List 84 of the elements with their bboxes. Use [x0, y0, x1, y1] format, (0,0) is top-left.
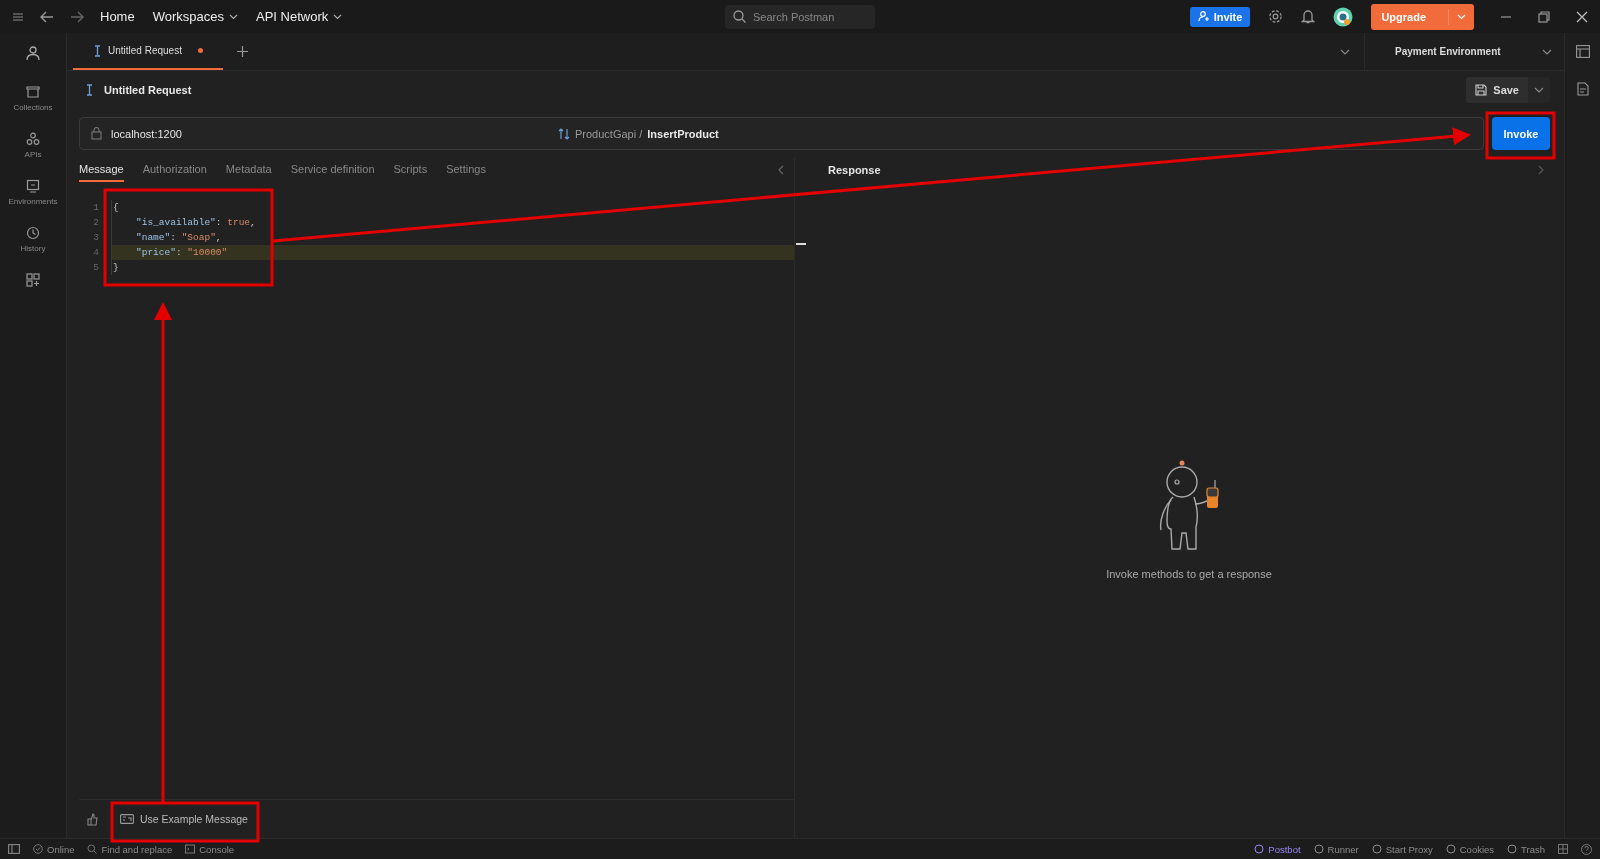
status-bar-item[interactable]: Start Proxy — [1371, 843, 1433, 855]
message-tab[interactable]: Scripts — [393, 158, 428, 182]
chevron-down-icon — [1534, 87, 1544, 93]
table-icon[interactable] — [1575, 45, 1590, 58]
nav-menu-item[interactable]: API Network — [256, 9, 343, 24]
plus-icon[interactable] — [236, 46, 248, 57]
sidebar-toggle-icon[interactable] — [8, 844, 20, 854]
chevron-down-icon — [333, 13, 343, 20]
message-tab[interactable]: Message — [79, 158, 124, 182]
sidebar-item[interactable]: Environments — [8, 179, 58, 206]
layout-icon[interactable] — [1558, 844, 1568, 854]
empty-state-message: Invoke methods to get a response — [1106, 568, 1272, 580]
example-icon — [120, 814, 134, 824]
monitor-icon — [26, 179, 40, 193]
line-number: 1 — [92, 201, 100, 215]
status-bar-item[interactable]: Runner — [1313, 843, 1359, 855]
circle-icon — [1254, 844, 1265, 854]
lock-icon — [91, 127, 104, 140]
thumbs-up-icon[interactable] — [86, 812, 100, 826]
circle-icon — [1371, 844, 1382, 854]
method-selector[interactable]: ProductGapi / InsertProduct — [558, 127, 719, 140]
close-icon[interactable] — [1576, 10, 1588, 23]
restore-icon[interactable] — [1538, 10, 1550, 23]
status-bar-item[interactable]: Cookies — [1445, 843, 1495, 855]
back-arrow-icon[interactable] — [40, 10, 54, 23]
user-icon[interactable] — [26, 46, 40, 61]
invite-button[interactable]: Invite — [1189, 6, 1251, 27]
chevron-down-icon[interactable] — [1340, 48, 1350, 55]
sidebar-item[interactable]: APIs — [24, 132, 42, 159]
status-bar-item[interactable]: Console — [185, 843, 235, 855]
clock-icon — [26, 226, 40, 240]
annotation-box — [1485, 111, 1556, 160]
check-circle-icon — [33, 844, 43, 854]
archive-box-icon — [26, 85, 40, 99]
request-title: Untitled Request — [104, 84, 192, 96]
status-bar-item[interactable]: Find and replace — [87, 843, 173, 855]
request-tab[interactable]: Untitled Request — [73, 33, 223, 70]
search-field[interactable]: Search Postman — [725, 4, 875, 29]
code-line: } — [112, 261, 119, 275]
circle-icon — [1313, 844, 1324, 854]
chevron-down-icon — [1542, 48, 1552, 55]
add-widget-icon[interactable] — [26, 273, 40, 287]
avatar-icon[interactable] — [1333, 6, 1354, 27]
url-field[interactable]: localhost:1200 — [80, 118, 558, 149]
url-bar[interactable]: localhost:1200 ProductGapi / InsertProduct — [79, 117, 1484, 150]
chevron-down-icon — [229, 13, 238, 20]
invoke-button[interactable]: Invoke — [1492, 117, 1550, 150]
status-bar-item[interactable]: Postbot — [1254, 843, 1301, 855]
code-line: "is_available": true, — [135, 216, 256, 230]
search-icon — [733, 9, 746, 23]
status-bar-item[interactable]: Online — [33, 843, 75, 855]
add-user-icon — [1197, 11, 1210, 22]
line-number: 5 — [92, 261, 100, 275]
upgrade-button[interactable]: Upgrade — [1371, 3, 1474, 30]
message-tab[interactable]: Service definition — [290, 158, 375, 182]
code-line: "name": "Soap", — [135, 231, 222, 245]
forward-arrow-icon[interactable] — [70, 10, 84, 23]
message-tab[interactable]: Settings — [446, 158, 486, 182]
status-bar-item[interactable]: Trash — [1507, 843, 1545, 855]
bell-icon[interactable] — [1301, 9, 1316, 24]
line-number: 3 — [92, 231, 100, 245]
code-line: "price": "10000" — [135, 246, 228, 260]
response-title: Response — [828, 164, 881, 176]
up-down-arrows-icon — [558, 127, 570, 140]
use-example-message-button[interactable]: Use Example Message — [120, 813, 248, 825]
line-number: 2 — [92, 216, 100, 230]
settings-icon[interactable] — [1268, 9, 1284, 24]
save-button[interactable]: Save — [1466, 77, 1528, 103]
collapse-left-icon[interactable] — [778, 165, 784, 175]
code-line: { — [112, 201, 119, 215]
sidebar-item[interactable]: Collections — [13, 85, 53, 112]
nav-menu-item[interactable]: Workspaces — [152, 9, 238, 24]
sidebar-item[interactable]: History — [20, 226, 46, 253]
help-icon[interactable] — [1581, 843, 1592, 855]
nav-menu-item[interactable]: Home — [100, 9, 135, 24]
nodes-icon — [26, 132, 40, 146]
circle-icon — [1507, 844, 1518, 854]
message-tab[interactable]: Metadata — [225, 158, 272, 182]
document-icon[interactable] — [1576, 82, 1589, 96]
chevron-down-icon — [1457, 13, 1466, 20]
circle-icon — [1445, 844, 1456, 854]
search-icon — [87, 844, 98, 854]
message-tab[interactable]: Authorization — [142, 158, 207, 182]
terminal-icon — [185, 844, 196, 854]
